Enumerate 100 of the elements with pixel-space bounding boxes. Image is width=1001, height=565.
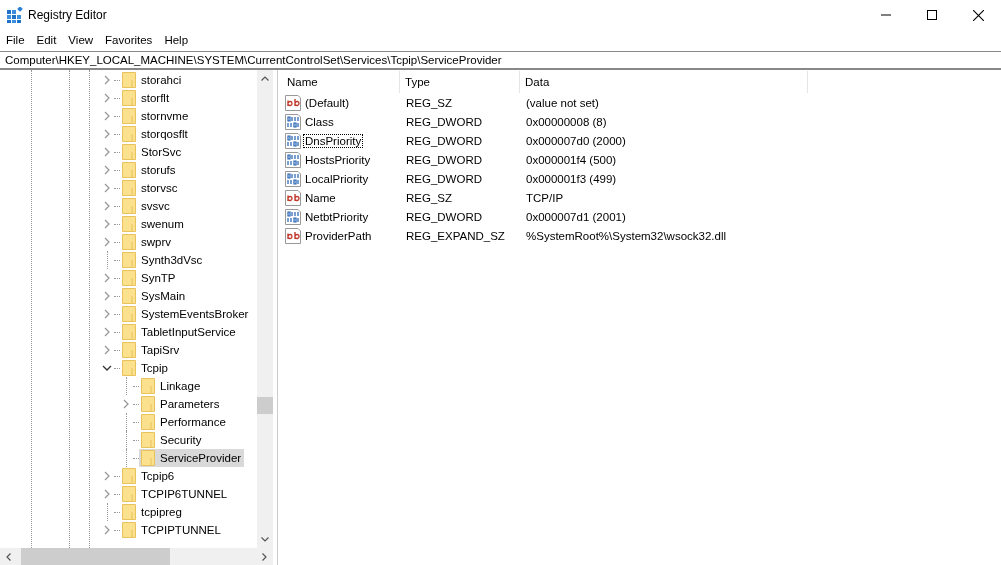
tree-node[interactable]: Parameters [139,395,223,413]
value-type: REG_SZ [405,191,453,204]
binary-value-icon [285,113,301,130]
close-icon [972,9,984,21]
menu-item[interactable]: File [0,31,31,49]
registry-icon [7,7,23,23]
tree-node[interactable]: TCPIP6TUNNEL [120,485,231,503]
value-type: REG_DWORD [405,172,484,185]
tree-node[interactable]: storqosflt [120,125,191,143]
binary-value-icon [285,208,301,225]
tree-node[interactable]: stornvme [120,107,192,125]
scroll-right-icon[interactable] [262,552,267,561]
folder-icon [122,90,136,106]
folder-icon [122,324,136,340]
column-header[interactable]: Data [520,71,808,93]
tree-node[interactable]: tcpipreg [120,503,185,521]
value-name[interactable]: (Default) [303,95,352,110]
folder-icon [122,468,136,484]
value-data: 0x000007d0 (2000) [525,134,627,147]
folder-icon [122,342,136,358]
value-name[interactable]: NetbtPriority [303,209,371,224]
folder-icon [122,234,136,250]
scroll-up-icon[interactable] [261,76,269,81]
tree-node[interactable]: SystemEventsBroker [120,305,252,323]
value-type: REG_SZ [405,96,453,109]
tree-node[interactable]: TabletInputService [120,323,239,341]
string-value-icon [285,227,301,244]
scroll-down-icon[interactable] [261,537,269,542]
value-name[interactable]: Class [303,114,336,129]
folder-icon [122,162,136,178]
binary-value-icon [285,151,301,168]
window-title: Registry Editor [28,8,107,22]
tree-node[interactable]: ServiceProvider [139,449,245,467]
value-data: (value not set) [525,96,600,109]
tree-node[interactable]: storufs [120,161,179,179]
value-name[interactable]: DnsPriority [303,133,364,148]
column-header[interactable]: Type [400,71,520,93]
folder-icon [141,432,155,448]
tree-node[interactable]: storvsc [120,179,181,197]
string-value-icon [285,94,301,111]
folder-icon [141,396,155,412]
value-data: 0x00000008 (8) [525,115,608,128]
tree-node[interactable]: TCPIPTUNNEL [120,521,224,539]
folder-icon [122,108,136,124]
folder-icon [122,198,136,214]
value-name[interactable]: Name [303,190,338,205]
binary-value-icon [285,132,301,149]
menu-item[interactable]: View [62,31,100,49]
folder-icon [141,450,155,466]
folder-icon [122,360,136,376]
value-name[interactable]: ProviderPath [303,228,374,243]
value-data: TCP/IP [525,191,565,204]
tree-node[interactable]: StorSvc [120,143,185,161]
vertical-scrollbar[interactable] [257,70,273,548]
scrollbar-thumb[interactable] [257,397,273,414]
folder-icon [122,126,136,142]
column-header[interactable]: Name [282,71,400,93]
value-type: REG_DWORD [405,115,484,128]
horizontal-scrollbar[interactable] [0,548,273,565]
folder-icon [122,144,136,160]
menu-item[interactable]: Edit [30,31,63,49]
value-name[interactable]: LocalPriority [303,171,371,186]
folder-icon [122,504,136,520]
tree-node[interactable]: SysMain [120,287,189,305]
folder-icon [122,288,136,304]
folder-icon [122,486,136,502]
tree-node[interactable]: Performance [139,413,229,431]
scroll-left-icon[interactable] [6,552,11,561]
tree-node[interactable]: Tcpip [120,359,171,377]
tree-node[interactable]: Synth3dVsc [120,251,206,269]
tree-node[interactable]: storflt [120,89,173,107]
value-type: REG_DWORD [405,210,484,223]
value-type: REG_DWORD [405,153,484,166]
tree-node[interactable]: TapiSrv [120,341,183,359]
tree-node[interactable]: storahci [120,71,185,89]
folder-icon [122,180,136,196]
folder-icon [141,378,155,394]
value-data: 0x000001f4 (500) [525,153,618,166]
tree-node[interactable]: svsvc [120,197,173,215]
scrollbar-thumb[interactable] [21,548,170,565]
tree-node[interactable]: swprv [120,233,175,251]
tree-node[interactable]: SynTP [120,269,179,287]
value-data: 0x000001f3 (499) [525,172,618,185]
value-name[interactable]: HostsPriority [303,152,373,167]
value-data: %SystemRoot%\System32\wsock32.dll [525,229,728,242]
menu-item[interactable]: Favorites [99,31,159,49]
folder-icon [122,270,136,286]
menu-item[interactable]: Help [158,31,195,49]
string-value-icon [285,189,301,206]
tree-node[interactable]: Tcpip6 [120,467,178,485]
folder-icon [122,306,136,322]
folder-icon [122,252,136,268]
value-type: REG_DWORD [405,134,484,147]
tree-node[interactable]: Linkage [139,377,204,395]
folder-icon [122,72,136,88]
tree-node[interactable]: swenum [120,215,187,233]
binary-value-icon [285,170,301,187]
tree-node[interactable]: Security [139,431,205,449]
address-bar[interactable]: Computer\HKEY_LOCAL_MACHINE\SYSTEM\CurrentControlSet\Services\Tcpip\ServiceProvider [0,51,1001,70]
value-data: 0x000007d1 (2001) [525,210,627,223]
